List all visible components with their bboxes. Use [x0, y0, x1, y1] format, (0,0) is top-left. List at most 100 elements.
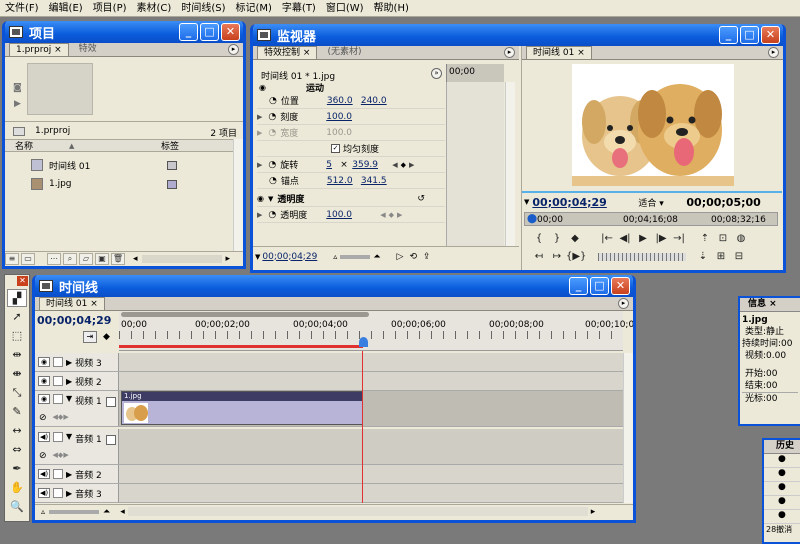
eye-icon[interactable]: ◉: [38, 376, 50, 386]
vertical-scrollbar[interactable]: [233, 139, 243, 251]
lock-checkbox[interactable]: [53, 357, 63, 367]
lift-icon[interactable]: ⇡: [696, 232, 714, 246]
panel-menu-icon[interactable]: ▸: [228, 44, 239, 55]
track-select-tool-icon[interactable]: ⬚: [7, 327, 27, 345]
menu-timeline[interactable]: 时间线(S): [176, 0, 230, 17]
collapse-arrow-icon[interactable]: ▼: [66, 432, 72, 441]
monitor-titlebar[interactable]: 监视器 _ □ ✕: [253, 24, 783, 46]
eye-icon[interactable]: ◉: [38, 394, 50, 404]
lock-checkbox[interactable]: [53, 394, 63, 404]
fx-toggle-icon[interactable]: ◉: [257, 194, 264, 203]
horizontal-scrollbar[interactable]: [141, 254, 222, 263]
set-marker-icon[interactable]: ◆: [103, 332, 110, 342]
position-x-value[interactable]: 360.0: [327, 96, 361, 106]
list-item[interactable]: 1.jpg: [5, 175, 235, 193]
eye-icon[interactable]: ◉: [38, 357, 50, 367]
expand-arrow-icon[interactable]: ▶: [257, 113, 262, 121]
new-item-icon[interactable]: ▣: [95, 252, 109, 265]
timeline-current-time[interactable]: 00;00;04;29: [37, 314, 111, 327]
prev-edit-icon[interactable]: ↤: [530, 250, 548, 264]
menu-file[interactable]: 文件(F): [0, 0, 44, 17]
play-button[interactable]: ▶: [634, 232, 652, 246]
history-item[interactable]: ●: [764, 496, 800, 510]
tab-program-timeline[interactable]: 时间线 01 ×: [526, 46, 592, 59]
loop-icon[interactable]: ⟲: [409, 252, 417, 262]
keyframe-nav-icon[interactable]: ◀◆▶: [53, 451, 69, 459]
expand-arrow-icon[interactable]: ▶: [257, 161, 262, 169]
add-keyframe-icon[interactable]: ◆: [389, 211, 394, 219]
stopwatch-icon[interactable]: ◔: [269, 176, 277, 186]
tab-close-icon[interactable]: ×: [577, 48, 585, 58]
property-row-uniform-scale[interactable]: ✓ 均匀刻度: [257, 141, 445, 157]
rate-stretch-tool-icon[interactable]: ⤡: [7, 384, 27, 402]
export-frame-icon[interactable]: ⊟: [730, 250, 748, 264]
property-row-anchor[interactable]: ◔ 锚点 512.0 341.5: [257, 173, 445, 189]
history-item[interactable]: ●: [764, 454, 800, 468]
speaker-icon[interactable]: ◀): [38, 432, 50, 442]
go-to-out-icon[interactable]: →|: [670, 232, 688, 246]
menu-help[interactable]: 帮助(H): [369, 0, 414, 17]
play-in-out-icon[interactable]: {▶}: [566, 250, 586, 264]
expand-arrow-icon[interactable]: ▶: [66, 358, 72, 367]
prev-keyframe-icon[interactable]: ◀: [380, 211, 385, 219]
history-titlebar[interactable]: 历史: [764, 440, 800, 454]
lock-checkbox[interactable]: [53, 432, 63, 442]
slide-tool-icon[interactable]: ⇔: [7, 441, 27, 459]
list-item[interactable]: 时间线 01: [5, 156, 235, 174]
column-label[interactable]: 标签: [161, 139, 179, 152]
expand-arrow-icon[interactable]: ▶: [66, 377, 72, 386]
display-style-icon[interactable]: [105, 435, 116, 445]
play-audio-icon[interactable]: ▷: [397, 252, 404, 262]
panel-menu-icon[interactable]: ▸: [504, 47, 515, 58]
minimize-button[interactable]: _: [719, 26, 738, 44]
next-keyframe-icon[interactable]: ▶: [409, 161, 414, 169]
find-icon[interactable]: ⌕: [63, 252, 77, 265]
maximize-button[interactable]: □: [590, 277, 609, 295]
zoom-out-icon[interactable]: ▵: [41, 507, 45, 516]
program-playhead-icon[interactable]: ⬤: [527, 214, 537, 224]
extract-icon[interactable]: ⇣: [694, 250, 712, 264]
collapse-arrow-icon[interactable]: ▼: [66, 394, 72, 403]
icon-view-icon[interactable]: ▭: [21, 252, 35, 265]
info-titlebar[interactable]: 信息 ×: [740, 298, 800, 312]
reset-icon[interactable]: ↺: [417, 194, 425, 204]
scroll-left-icon[interactable]: ◂: [120, 507, 125, 517]
rotation-turns-value[interactable]: 5: [326, 160, 340, 170]
property-row-position[interactable]: ◔ 位置 360.0 240.0: [257, 93, 445, 109]
tab-effects[interactable]: 特效: [72, 43, 103, 56]
work-area-bar[interactable]: [121, 312, 369, 317]
list-view-icon[interactable]: ≡: [5, 252, 19, 265]
project-titlebar[interactable]: 项目 _ □ ✕: [5, 21, 243, 43]
close-button[interactable]: ✕: [611, 277, 630, 295]
fit-dropdown[interactable]: 适合 ▾: [638, 196, 686, 209]
opacity-value[interactable]: 100.0: [326, 210, 380, 220]
history-item[interactable]: ●: [764, 482, 800, 496]
panel-menu-icon[interactable]: ▸: [618, 298, 629, 309]
delete-icon[interactable]: 🗑: [111, 252, 125, 265]
set-out-icon[interactable]: }: [548, 232, 566, 246]
lock-checkbox[interactable]: [53, 488, 63, 498]
rolling-edit-tool-icon[interactable]: ⇼: [7, 365, 27, 383]
property-row-scale[interactable]: ▶ ◔ 刻度 100.0: [257, 109, 445, 125]
ripple-edit-tool-icon[interactable]: ⇹: [7, 346, 27, 364]
ec-scrollbar[interactable]: [505, 82, 515, 246]
rotation-degrees-value[interactable]: 359.9: [352, 160, 392, 170]
position-y-value[interactable]: 240.0: [361, 96, 387, 106]
maximize-button[interactable]: □: [740, 26, 759, 44]
display-style-icon[interactable]: [105, 397, 116, 407]
selection-tool-icon[interactable]: ➚: [7, 308, 27, 326]
speaker-icon[interactable]: ◀): [38, 469, 50, 479]
video-clip[interactable]: 1.jpg: [121, 391, 363, 425]
menu-clip[interactable]: 素材(C): [132, 0, 177, 17]
timeline-titlebar[interactable]: 时间线 _ □ ✕: [35, 275, 633, 297]
close-button[interactable]: ✕: [761, 26, 780, 44]
prev-keyframe-icon[interactable]: ◀: [392, 161, 397, 169]
maximize-button[interactable]: □: [200, 23, 219, 41]
expand-arrow-icon[interactable]: ▶: [66, 470, 72, 479]
anchor-y-value[interactable]: 341.5: [361, 176, 387, 186]
lock-checkbox[interactable]: [53, 469, 63, 479]
menu-project[interactable]: 项目(P): [88, 0, 132, 17]
camera-icon[interactable]: ◙: [13, 83, 22, 93]
label-color-swatch[interactable]: [167, 179, 177, 189]
zoom-in-icon[interactable]: ⏶: [103, 507, 110, 517]
